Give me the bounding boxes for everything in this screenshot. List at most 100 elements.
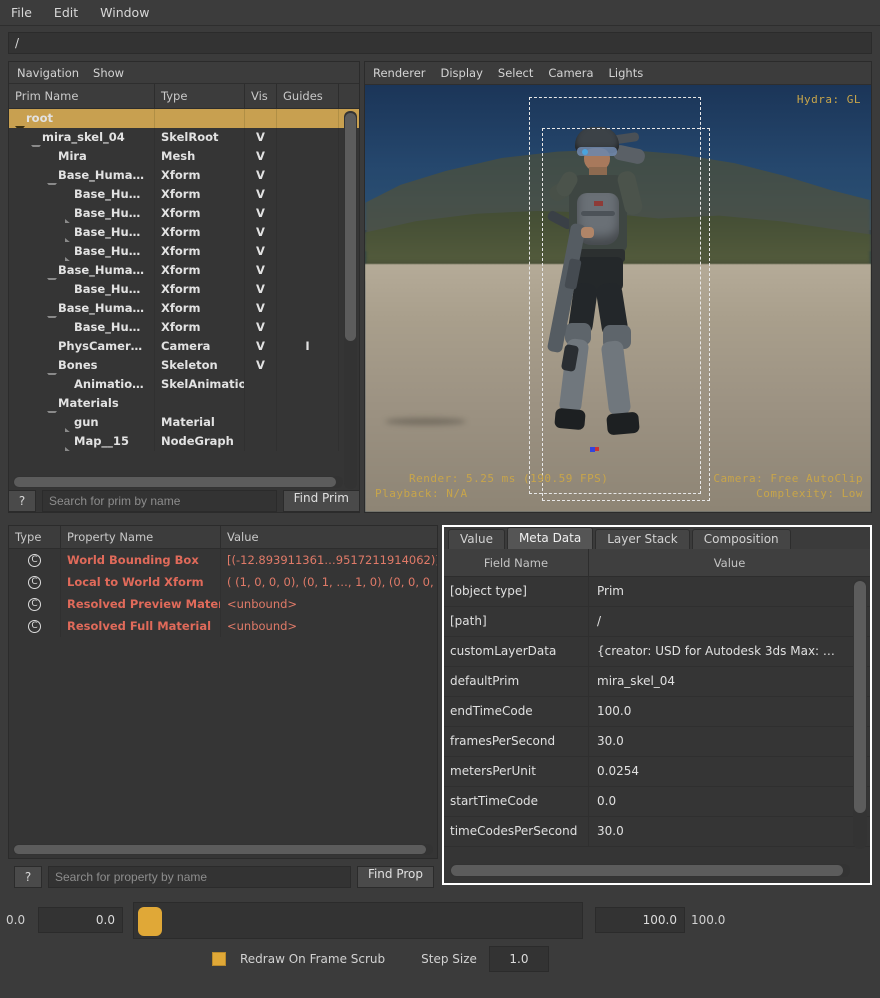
column-header-type[interactable]: Type [9,526,61,548]
prim-vis-cell[interactable] [245,109,277,128]
prim-vis-cell[interactable]: V [245,299,277,318]
metadata-row[interactable]: [path] / [444,607,870,637]
prim-tree-row[interactable]: Materials [9,394,359,413]
prim-vis-cell[interactable]: V [245,223,277,242]
menu-camera[interactable]: Camera [548,66,593,80]
prim-tree-row[interactable]: Base_Huma… Xform V [9,166,359,185]
metadata-row[interactable]: framesPerSecond 30.0 [444,727,870,757]
search-prim-input[interactable] [42,489,277,512]
prim-vis-cell[interactable] [245,394,277,413]
prim-tree-row[interactable]: Base_Hu… Xform V [9,280,359,299]
column-header-field-name[interactable]: Field Name [444,549,589,576]
prim-path-bar[interactable]: / [8,32,872,54]
range-end-field[interactable]: 100.0 [595,907,685,933]
frame-slider[interactable] [133,901,583,939]
column-header-property-name[interactable]: Property Name [61,526,221,548]
column-header-prim-name[interactable]: Prim Name [9,84,155,109]
prim-tree-row[interactable]: mira_skel_04 SkelRoot V [9,128,359,147]
column-header-guides[interactable]: Guides [277,84,339,109]
menu-edit[interactable]: Edit [51,3,81,22]
prim-tree-vertical-scrollbar[interactable] [344,111,357,489]
prim-vis-cell[interactable] [245,375,277,394]
usdview-window: File Edit Window / Navigation Show Prim … [0,0,880,998]
frame-slider-handle[interactable] [138,906,162,936]
column-header-value[interactable]: Value [589,549,870,576]
column-header-type[interactable]: Type [155,84,245,109]
redraw-on-frame-scrub-checkbox[interactable] [212,952,226,966]
range-start-field[interactable]: 0.0 [38,907,123,933]
tab-value[interactable]: Value [448,529,505,549]
prim-tree-row[interactable]: Base_Hu… Xform V [9,204,359,223]
column-header-vis[interactable]: Vis [245,84,277,109]
metadata-row[interactable]: startTimeCode 0.0 [444,787,870,817]
menu-renderer[interactable]: Renderer [373,66,426,80]
menu-show[interactable]: Show [93,66,124,80]
prim-tree-row[interactable]: PhysCamer… Camera V I [9,337,359,356]
property-row[interactable]: C Resolved Preview Material <unbound> [9,593,437,615]
menu-display[interactable]: Display [441,66,483,80]
menu-navigation[interactable]: Navigation [17,66,79,80]
property-row[interactable]: C Resolved Full Material <unbound> [9,615,437,637]
menu-lights[interactable]: Lights [609,66,644,80]
prim-tree-row[interactable]: Bones Skeleton V [9,356,359,375]
scrollbar-thumb[interactable] [14,477,336,487]
metadata-row[interactable]: [object type] Prim [444,577,870,607]
prim-vis-cell[interactable]: V [245,337,277,356]
prim-vis-cell[interactable]: V [245,318,277,337]
find-prop-button[interactable]: Find Prop [356,866,434,888]
property-row[interactable]: C Local to World Xform ( (1, 0, 0, 0), (0,… [9,571,437,593]
tab-layer-stack[interactable]: Layer Stack [595,529,690,549]
prim-tree-row[interactable]: Mira Mesh V [9,147,359,166]
prim-vis-cell[interactable] [245,413,277,432]
metadata-row[interactable]: endTimeCode 100.0 [444,697,870,727]
prim-vis-cell[interactable]: V [245,204,277,223]
prim-tree-row[interactable]: root [9,109,359,128]
prim-vis-cell[interactable]: V [245,261,277,280]
prim-vis-cell[interactable]: V [245,242,277,261]
metadata-row[interactable]: timeCodesPerSecond 30.0 [444,817,870,847]
prim-vis-cell[interactable]: V [245,166,277,185]
property-row[interactable]: C World Bounding Box [(-12.893911361…95172… [9,549,437,571]
prim-tree-row[interactable]: Animatio… SkelAnimation [9,375,359,394]
prim-tree-row[interactable]: Map__15 NodeGraph [9,432,359,451]
prim-tree-row[interactable]: Base_Hu… Xform V [9,223,359,242]
prim-vis-cell[interactable]: V [245,128,277,147]
prim-vis-cell[interactable]: V [245,185,277,204]
viewport-canvas[interactable]: Hydra: GL Render: 5.25 ms (190.59 FPS) P… [365,85,871,512]
help-icon[interactable]: ? [14,866,42,888]
prim-tree-row[interactable]: Base_Huma… Xform V [9,261,359,280]
menu-file[interactable]: File [8,3,35,22]
tab-meta-data[interactable]: Meta Data [506,527,594,549]
prim-vis-cell[interactable]: V [245,147,277,166]
property-horizontal-scrollbar[interactable] [13,844,433,855]
prim-tree-row[interactable]: Base_Hu… Xform V [9,185,359,204]
help-icon[interactable]: ? [8,489,36,512]
column-header-value[interactable]: Value [221,526,437,548]
prim-vis-cell[interactable] [245,432,277,451]
metadata-row[interactable]: customLayerData {creator: USD for Autodes… [444,637,870,667]
metadata-vertical-scrollbar[interactable] [853,579,867,849]
prim-tree-row[interactable]: Base_Hu… Xform V [9,318,359,337]
prim-tree-row[interactable]: gun Material [9,413,359,432]
prim-tree-row[interactable]: Base_Hu… Xform V [9,242,359,261]
prim-tree-horizontal-scrollbar[interactable] [13,476,343,488]
metadata-row[interactable]: defaultPrim mira_skel_04 [444,667,870,697]
prim-tree-row[interactable]: Base_Huma… Xform V [9,299,359,318]
menu-select[interactable]: Select [498,66,533,80]
find-prim-button[interactable]: Find Prim [282,489,360,512]
prim-vis-cell[interactable]: V [245,356,277,375]
step-size-field[interactable]: 1.0 [488,946,549,972]
metadata-row[interactable]: metersPerUnit 0.0254 [444,757,870,787]
metadata-horizontal-scrollbar[interactable] [450,864,850,877]
scrollbar-thumb[interactable] [14,845,426,854]
scrollbar-thumb[interactable] [854,581,866,813]
scrollbar-thumb[interactable] [451,865,843,876]
prim-vis-cell[interactable]: V [245,280,277,299]
prim-guides-cell [277,242,339,261]
search-property-input[interactable] [48,866,351,888]
tab-composition[interactable]: Composition [691,529,791,549]
scrollbar-thumb[interactable] [345,113,356,341]
menu-window[interactable]: Window [97,3,152,22]
prim-name-cell: root [9,109,155,128]
prim-type-cell: Xform [155,261,245,280]
